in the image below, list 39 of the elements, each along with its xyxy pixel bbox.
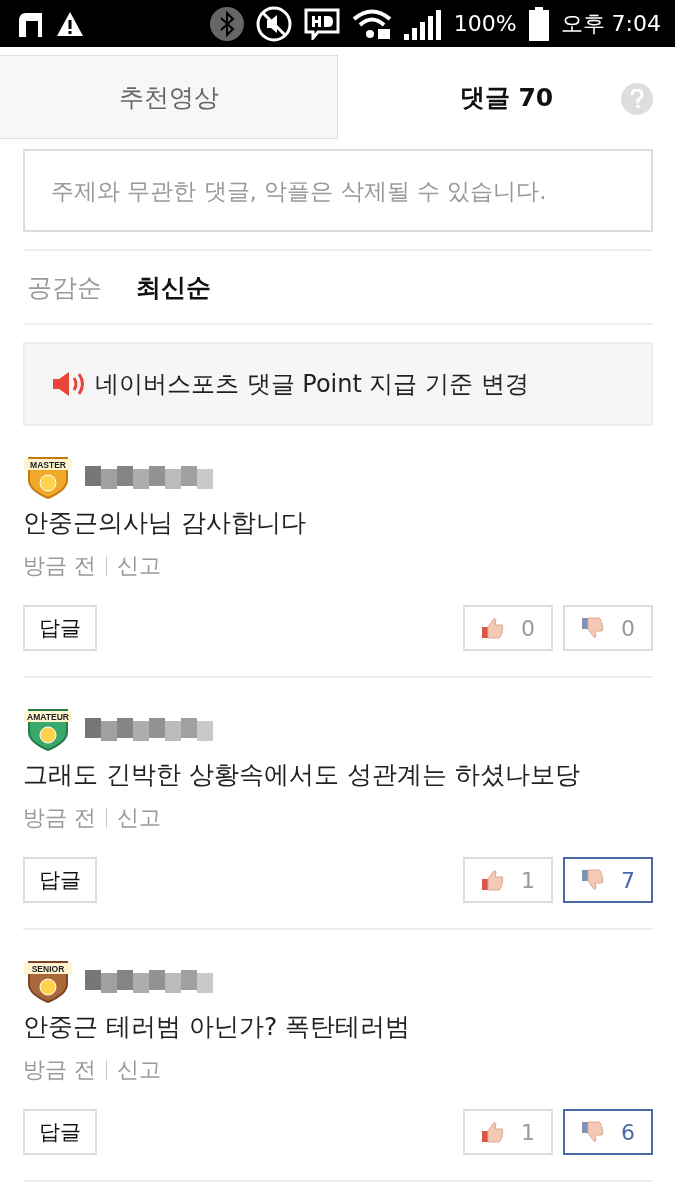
tab[interactable]: 추천영상 — [0, 55, 338, 139]
thumbs-up-icon — [481, 869, 505, 891]
notice-text: 네이버스포츠 댓글 Point 지급 기준 변경 — [95, 369, 529, 400]
reply-button[interactable]: 답글 — [23, 1109, 97, 1155]
reply-button[interactable]: 답글 — [23, 605, 97, 651]
sort-option[interactable]: 공감순 — [27, 270, 102, 304]
comment-time: 방금 전 — [23, 1056, 96, 1084]
battery-icon — [528, 6, 549, 41]
reply-button[interactable]: 답글 — [23, 857, 97, 903]
bluetooth-icon — [209, 6, 244, 41]
notice-banner[interactable]: 네이버스포츠 댓글 Point 지급 기준 변경 — [23, 342, 653, 426]
mute-icon — [255, 5, 292, 42]
report-link[interactable]: 신고 — [117, 803, 161, 833]
like-button[interactable]: 1 — [463, 857, 553, 903]
thumbs-down-icon — [581, 1121, 605, 1143]
thumbs-down-icon — [581, 617, 605, 639]
comment-input-field[interactable]: 주제와 무관한 댓글, 악플은 삭제될 수 있습니다. — [23, 149, 653, 232]
signal-icon — [403, 7, 442, 40]
warning-icon — [56, 10, 84, 37]
hd-icon — [303, 7, 340, 40]
thumbs-down-icon — [581, 869, 605, 891]
dislike-button[interactable]: 0 — [563, 605, 653, 651]
like-button[interactable]: 0 — [463, 605, 553, 651]
thumbs-up-icon — [481, 1121, 505, 1143]
battery-percent: 100% — [453, 11, 517, 36]
clock-time: 오후 7:04 — [560, 9, 661, 38]
comment-time: 방금 전 — [23, 552, 96, 580]
comment-time: 방금 전 — [23, 804, 96, 832]
thumbs-up-icon — [481, 617, 505, 639]
sort-option[interactable]: 최신순 — [136, 270, 211, 304]
comment-text: 안중근의사님 감사합니다 — [23, 507, 307, 539]
dislike-button[interactable]: 7 — [563, 857, 653, 903]
comment-text: 그래도 긴박한 상황속에서도 성관계는 하셨나보당 — [23, 759, 581, 791]
report-link[interactable]: 신고 — [117, 1055, 161, 1085]
comment-text: 안중근 테러범 아닌가? 폭탄테러범 — [23, 1011, 412, 1043]
wifi-icon — [351, 7, 392, 40]
like-button[interactable]: 1 — [463, 1109, 553, 1155]
report-link[interactable]: 신고 — [117, 551, 161, 581]
dislike-button[interactable]: 6 — [563, 1109, 653, 1155]
